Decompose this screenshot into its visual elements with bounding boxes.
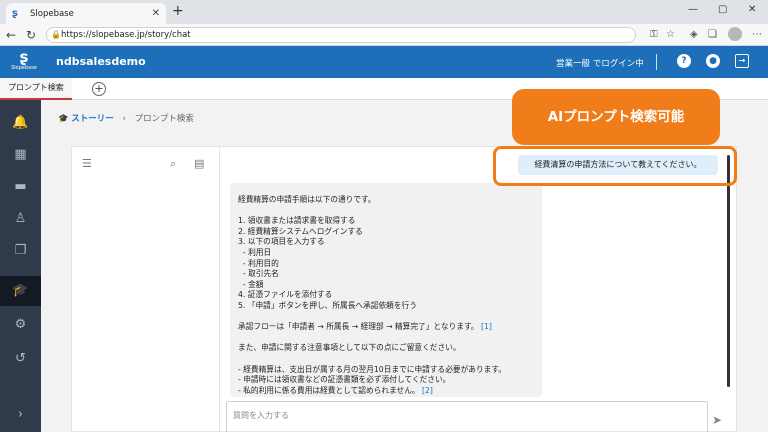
browser-tab-bar: ʂ Slopebase ✕ + — ▢ ✕ xyxy=(0,0,768,24)
browser-profile-avatar[interactable] xyxy=(728,27,742,41)
bot-line: 5. 「申請」ボタンを押し、所属長へ承認依頼を行う xyxy=(238,300,417,310)
logo-mark-icon: ʂ xyxy=(19,48,29,66)
breadcrumb-story-icon: 🎓 xyxy=(58,114,69,124)
sidebar-stamp-icon[interactable]: ♙ xyxy=(0,204,41,234)
reference-link-2[interactable]: [2] xyxy=(422,386,433,395)
logout-icon[interactable]: → xyxy=(735,54,749,68)
breadcrumb-current: プロンプト検索 xyxy=(134,114,194,124)
back-icon[interactable]: ← xyxy=(6,28,16,42)
sidebar-expand-icon[interactable]: › xyxy=(0,400,41,430)
chat-panel: ☰ ⌕ ▤ 経費清算の申請方法について教えてください。 経費精算の申請手順は以下… xyxy=(71,146,737,432)
search-icon[interactable]: ⌕ xyxy=(170,157,176,171)
menu-icon[interactable]: ☰ xyxy=(82,157,92,170)
callout-label: AIプロンプト検索可能 xyxy=(512,89,720,145)
bot-line: - 利用日 xyxy=(238,247,272,257)
close-window-icon[interactable]: ✕ xyxy=(748,4,756,15)
chat-icon[interactable]: ▤ xyxy=(194,157,204,170)
chat-scrollbar[interactable] xyxy=(727,155,730,387)
address-bar-row: ← ↻ 🔒 https://slopebase.jp/story/chat ⚿ … xyxy=(0,24,768,46)
sidebar: 🔔 ▦ ▬ ♙ ❐ 🎓 ⚙ ↺ › xyxy=(0,100,41,432)
favorite-star-icon[interactable]: ☆ xyxy=(666,29,675,40)
sidebar-notifications-icon[interactable]: 🔔 xyxy=(0,108,41,138)
url-text: https://slopebase.jp/story/chat xyxy=(61,30,191,40)
bot-line: 1. 領収書または請求書を取得する xyxy=(238,216,356,226)
slopebase-logo[interactable]: ʂ Slopebase xyxy=(4,49,44,75)
bot-line: また、申請に関する注意事項として以下の点にご留意ください。 xyxy=(238,343,461,353)
sidebar-settings-icon[interactable]: ⚙ xyxy=(0,310,41,340)
reference-link-1[interactable]: [1] xyxy=(481,322,492,331)
app-name: ndbsalesdemo xyxy=(56,55,146,68)
prompt-list-column: ☰ ⌕ ▤ xyxy=(72,147,220,432)
maximize-icon[interactable]: ▢ xyxy=(718,4,727,15)
logo-text: Slopebase xyxy=(11,65,37,71)
bot-line: - 経費精算は、支出日が属する月の翌月10日までに申請する必要があります。 xyxy=(238,364,506,374)
minimize-icon[interactable]: — xyxy=(688,4,698,15)
bot-line-with-ref: - 私的利用に係る費用は経費として認められません。 [2] xyxy=(238,386,534,397)
send-icon[interactable]: ➤ xyxy=(712,413,722,427)
url-field[interactable]: 🔒 https://slopebase.jp/story/chat xyxy=(46,27,636,43)
bot-line: - 私的利用に係る費用は経費として認められません。 xyxy=(238,385,420,395)
sidebar-folder-icon[interactable]: ▬ xyxy=(0,172,41,202)
close-tab-icon[interactable]: ✕ xyxy=(152,8,160,19)
browser-tab-title: Slopebase xyxy=(30,8,74,19)
header-divider xyxy=(656,54,657,70)
bot-line: 4. 証憑ファイルを添付する xyxy=(238,290,333,300)
bot-line: - 金額 xyxy=(238,279,264,289)
slopebase-favicon-icon: ʂ xyxy=(12,7,18,19)
breadcrumb-story-link[interactable]: ストーリー xyxy=(71,114,114,124)
bot-line-with-ref: 承認フローは「申請者 → 所属長 → 経理部 → 精算完了」となります。 [1] xyxy=(238,322,534,333)
bot-line: - 申請時には領収書などの証憑書類を必ず添付してください。 xyxy=(238,375,451,385)
bot-line xyxy=(238,312,534,323)
question-input[interactable]: 質問を入力する xyxy=(226,401,708,432)
extensions-icon[interactable]: ◈ xyxy=(690,29,698,40)
user-account-icon[interactable]: ● xyxy=(706,54,720,68)
add-tab-button[interactable]: + xyxy=(92,82,106,96)
breadcrumb-separator: › xyxy=(122,114,126,124)
callout-highlight-box xyxy=(493,146,737,186)
new-tab-icon[interactable]: + xyxy=(172,3,184,19)
app-header: ʂ Slopebase ndbsalesdemo 営業一般 でログイン中 ? ●… xyxy=(0,46,768,78)
browser-tab[interactable]: ʂ Slopebase ✕ xyxy=(6,3,166,24)
bot-line: 承認フローは「申請者 → 所属長 → 経理部 → 精算完了」となります。 xyxy=(238,322,479,332)
bot-line: 3. 以下の項目を入力する xyxy=(238,237,325,247)
key-icon[interactable]: ⚿ xyxy=(650,29,658,40)
sidebar-story-icon[interactable]: 🎓 xyxy=(0,276,41,306)
breadcrumb: 🎓 ストーリー › プロンプト検索 xyxy=(58,112,194,124)
bot-message-bubble: 経費精算の申請手順は以下の通りです。 1. 領収書または請求書を取得する 2. … xyxy=(230,183,542,397)
bot-line: - 取引先名 xyxy=(238,269,279,279)
sidebar-clipboard-icon[interactable]: ❐ xyxy=(0,236,41,266)
help-icon[interactable]: ? xyxy=(677,54,691,68)
collections-icon[interactable]: ❏ xyxy=(708,29,717,40)
reload-icon[interactable]: ↻ xyxy=(26,28,36,42)
bot-line xyxy=(238,333,534,344)
bot-line: - 利用目的 xyxy=(238,258,279,268)
tab-prompt-search[interactable]: プロンプト検索 xyxy=(0,78,72,100)
sidebar-dashboard-icon[interactable]: ▦ xyxy=(0,140,41,170)
bot-line: 経費精算の申請手順は以下の通りです。 xyxy=(238,195,376,204)
login-status: 営業一般 でログイン中 xyxy=(556,59,644,69)
more-icon[interactable]: ⋯ xyxy=(752,29,762,40)
bot-line xyxy=(238,206,534,217)
lock-icon: 🔒 xyxy=(51,30,61,39)
bot-line: 2. 経費精算システムへログインする xyxy=(238,226,363,236)
sidebar-history-icon[interactable]: ↺ xyxy=(0,344,41,374)
bot-line xyxy=(238,354,534,365)
